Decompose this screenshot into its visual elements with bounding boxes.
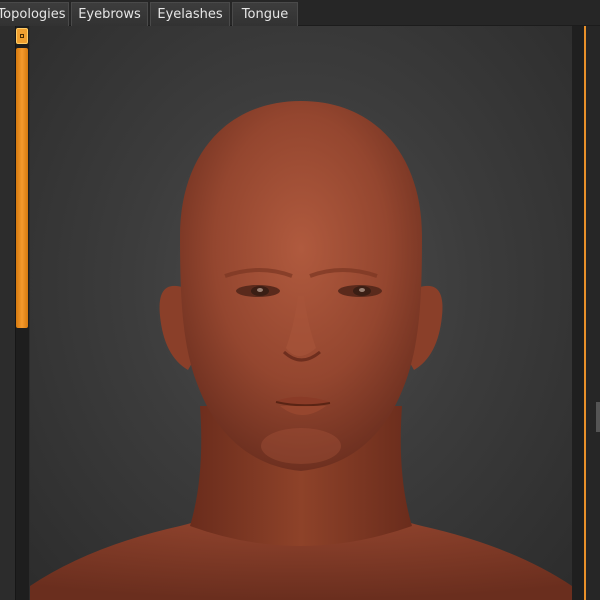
tab-eyebrows[interactable]: Eyebrows: [71, 2, 148, 26]
head-model: [30, 101, 572, 600]
app-window: Topologies Eyebrows Eyelashes Tongue: [0, 0, 600, 600]
scrollbar-thumb[interactable]: [596, 402, 600, 432]
slider-fill-bar[interactable]: [16, 48, 28, 328]
tab-tongue[interactable]: Tongue: [232, 2, 298, 26]
right-panel-edge: [572, 26, 600, 600]
left-slider-panel: [0, 26, 30, 600]
tab-eyelashes[interactable]: Eyelashes: [150, 2, 230, 26]
3d-viewport[interactable]: [30, 26, 572, 600]
tab-topologies[interactable]: Topologies: [0, 2, 69, 26]
tab-bar: Topologies Eyebrows Eyelashes Tongue: [0, 0, 600, 26]
right-scrollbar[interactable]: [586, 26, 600, 600]
slider-handle[interactable]: [16, 28, 28, 44]
square-dot-icon: [20, 34, 24, 38]
head: [180, 101, 422, 471]
